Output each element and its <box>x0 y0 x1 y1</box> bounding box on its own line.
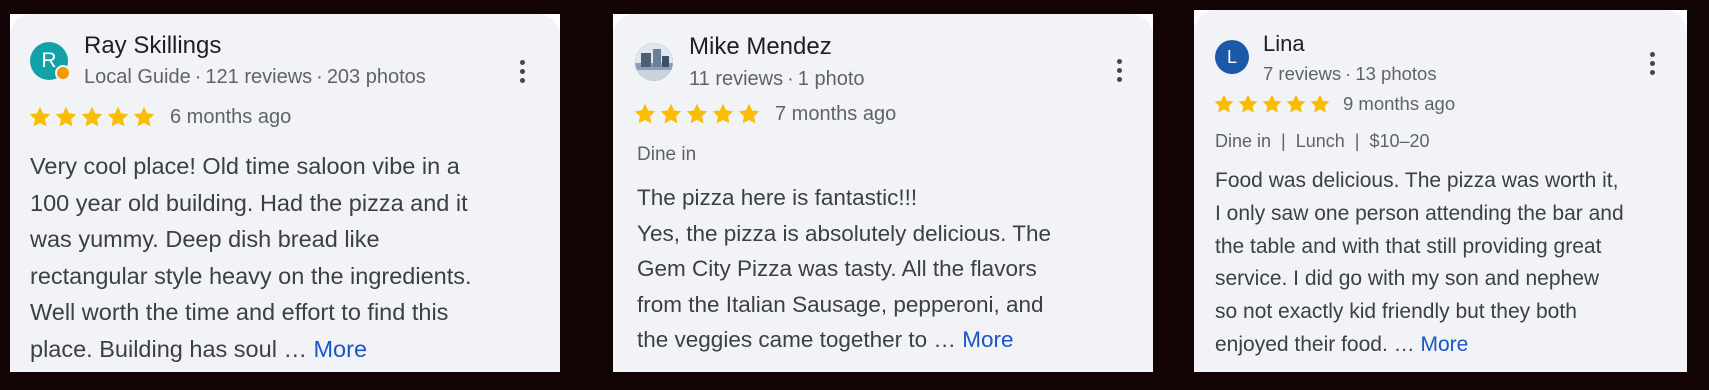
reviewer-meta: 7 reviews · 13 photos <box>1263 63 1437 85</box>
review-card-surface: R Ray Skillings Local Guide · 121 reviews ·… <box>10 14 560 372</box>
star-icon <box>81 106 103 127</box>
meta-separator: · <box>1345 63 1352 84</box>
tag-dine-in: Dine in <box>1215 131 1272 151</box>
star-rating <box>1213 93 1333 115</box>
review-text-line: rectangular style heavy on the ingredien… <box>30 262 472 289</box>
meta-separator: · <box>316 66 323 88</box>
reviewer-name[interactable]: Mike Mendez <box>689 33 832 61</box>
star-icon <box>1214 94 1234 113</box>
review-text-line: The pizza here is fantastic!!! <box>637 185 918 210</box>
more-options-icon[interactable] <box>1640 48 1664 78</box>
avatar[interactable]: R <box>30 42 71 81</box>
star-icon <box>55 106 77 127</box>
avatar-letter: L <box>1226 46 1237 67</box>
review-card: R Ray Skillings Local Guide · 121 reviews ·… <box>10 14 560 372</box>
reviewer-meta: Local Guide · 121 reviews · 203 photos <box>84 66 426 89</box>
more-link[interactable]: More <box>962 327 1013 352</box>
review-text-line: was yummy. Deep dish bread like <box>30 226 380 253</box>
rating-row: 9 months ago <box>1213 91 1455 117</box>
review-date: 6 months ago <box>170 105 292 128</box>
tag-meal: Lunch <box>1295 131 1345 151</box>
meta-separator: · <box>787 68 794 90</box>
review-text-line: Very cool place! Old time saloon vibe in… <box>30 153 460 179</box>
review-text: The pizza here is fantastic!!! Yes, the … <box>637 180 1051 358</box>
star-icon <box>1310 94 1330 113</box>
star-icon <box>738 103 760 124</box>
review-text-line: the veggies came together to … <box>637 327 956 352</box>
review-text-line: the table and with that still providing … <box>1215 234 1602 258</box>
reviewer-name[interactable]: Ray Skillings <box>84 32 221 60</box>
rating-row: 7 months ago <box>633 100 896 128</box>
review-text-line: Well worth the time and effort to find t… <box>30 299 449 326</box>
review-count: 121 reviews <box>205 66 313 88</box>
review-text-line: service. I did go with my son and nephew <box>1215 267 1600 291</box>
review-date: 7 months ago <box>775 102 897 125</box>
photo-count: 1 photo <box>797 68 865 90</box>
tag-dine-in: Dine in <box>637 144 697 165</box>
visit-tags: Dine in <box>637 144 696 166</box>
tag-price: $10–20 <box>1369 131 1430 151</box>
review-card-surface: Mike Mendez 11 reviews · 1 photo 7 months … <box>613 14 1153 372</box>
review-text: Food was delicious. The pizza was worth … <box>1215 165 1624 362</box>
star-icon <box>107 106 129 127</box>
avatar[interactable]: L <box>1215 40 1249 74</box>
star-rating <box>28 105 158 129</box>
review-text-line: so not exactly kid friendly but they bot… <box>1215 300 1577 324</box>
more-link[interactable]: More <box>1420 333 1468 356</box>
photo-count: 13 photos <box>1355 63 1437 84</box>
review-count: 11 reviews <box>689 68 784 90</box>
star-icon <box>660 103 682 124</box>
local-guide-label: Local Guide <box>84 66 191 88</box>
review-text-line: Yes, the pizza is absolutely delicious. … <box>637 220 1051 246</box>
star-icon <box>1286 94 1306 113</box>
tag-divider: | <box>1281 131 1286 151</box>
review-text-line: I only saw one person attending the bar … <box>1215 201 1624 225</box>
review-card: Mike Mendez 11 reviews · 1 photo 7 months … <box>613 14 1153 372</box>
review-text-line: enjoyed their food. … <box>1215 332 1415 356</box>
meta-separator: · <box>194 66 202 88</box>
avatar[interactable] <box>635 43 673 81</box>
review-text-line: place. Building has soul … <box>30 335 307 362</box>
avatar-letter: R <box>41 49 57 72</box>
star-icon <box>1262 94 1282 113</box>
star-icon <box>634 103 656 124</box>
review-card: L Lina 7 reviews · 13 photos 9 months ago … <box>1194 10 1687 372</box>
review-text-line: from the Italian Sausage, pepperoni, and <box>637 291 1044 317</box>
review-text-line: 100 year old building. Had the pizza and… <box>30 189 468 216</box>
star-icon <box>686 103 708 124</box>
more-options-icon[interactable] <box>510 56 534 86</box>
review-card-surface: L Lina 7 reviews · 13 photos 9 months ago … <box>1194 10 1687 372</box>
star-icon <box>1238 94 1258 113</box>
visit-tags: Dine in | Lunch | $10–20 <box>1215 131 1430 152</box>
reviewer-meta: 11 reviews · 1 photo <box>689 68 865 91</box>
review-text-line: Gem City Pizza was tasty. All the flavor… <box>637 256 1037 281</box>
review-text-line: Food was delicious. The pizza was worth … <box>1215 169 1619 192</box>
star-icon <box>133 106 155 127</box>
photo-count: 203 photos <box>326 66 426 88</box>
review-date: 9 months ago <box>1343 93 1456 114</box>
more-options-icon[interactable] <box>1107 55 1131 85</box>
profile-photo-icon <box>635 43 673 81</box>
local-guide-badge-icon <box>55 65 71 81</box>
reviewer-name[interactable]: Lina <box>1263 31 1305 57</box>
star-icon <box>712 103 734 124</box>
star-rating <box>633 102 763 126</box>
star-icon <box>29 106 51 127</box>
tag-divider: | <box>1354 131 1360 151</box>
more-link[interactable]: More <box>313 336 367 362</box>
review-text: Very cool place! Old time saloon vibe in… <box>30 148 472 368</box>
review-count: 7 reviews <box>1263 63 1342 84</box>
rating-row: 6 months ago <box>28 103 291 131</box>
